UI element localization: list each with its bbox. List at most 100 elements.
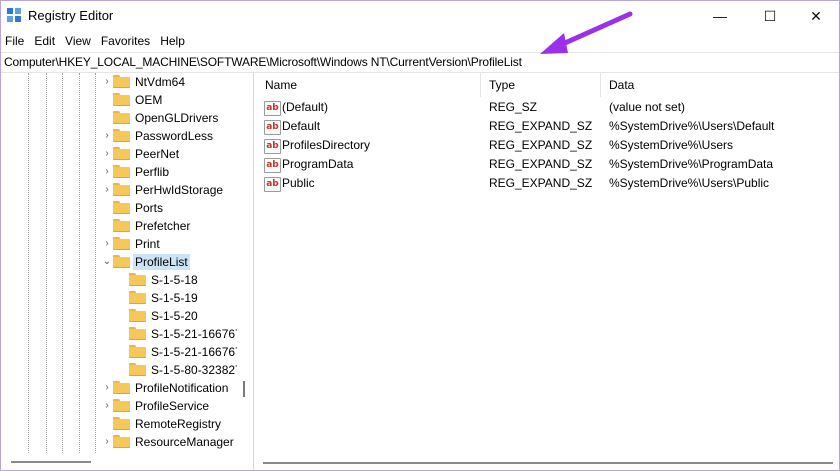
tree-item-label[interactable]: OpenGLDrivers <box>133 110 220 126</box>
value-name[interactable]: ProfilesDirectory <box>282 136 370 155</box>
chevron-down-icon[interactable]: ⌄ <box>102 255 112 269</box>
address-bar[interactable]: Computer\HKEY_LOCAL_MACHINE\SOFTWARE\Mic… <box>1 52 839 73</box>
tree-item-label[interactable]: S-1-5-21-166767 <box>149 344 244 360</box>
tree-item-label[interactable]: RemoteRegistry <box>133 416 223 432</box>
string-value-icon: ab <box>264 177 281 192</box>
tree-item-label[interactable]: OEM <box>133 92 164 108</box>
tree-item[interactable]: › ResourceManager <box>1 433 253 451</box>
chevron-right-icon[interactable]: › <box>102 183 112 197</box>
tree-item-label[interactable]: PerHwIdStorage <box>133 182 225 198</box>
close-button[interactable]: ✕ <box>793 1 839 31</box>
value-data: %SystemDrive%\ProgramData <box>609 157 774 171</box>
folder-icon <box>113 219 130 232</box>
tree-horizontal-scrollbar[interactable] <box>1 453 237 470</box>
folder-icon <box>113 129 130 142</box>
chevron-right-icon[interactable]: › <box>102 237 112 251</box>
maximize-button[interactable]: ☐ <box>747 1 793 31</box>
tree-item[interactable]: › Perflib <box>1 163 253 181</box>
value-type: REG_EXPAND_SZ <box>489 119 593 133</box>
value-row[interactable]: ab Default REG_EXPAND_SZ %SystemDrive%\User… <box>257 117 839 136</box>
tree-item[interactable]: OEM <box>1 91 253 109</box>
tree-item[interactable]: › PeerNet <box>1 145 253 163</box>
minimize-button[interactable]: — <box>697 1 743 31</box>
tree-item[interactable]: S-1-5-21-166767 <box>1 325 253 343</box>
folder-icon <box>113 417 130 430</box>
folder-icon <box>113 111 130 124</box>
value-row[interactable]: ab ProgramData REG_EXPAND_SZ %SystemDrive%\… <box>257 155 839 174</box>
tree-item-label[interactable]: S-1-5-21-166767 <box>149 326 244 342</box>
folder-icon <box>113 435 130 448</box>
column-header-name[interactable]: Name <box>257 73 481 97</box>
tree-scroll-thumb[interactable] <box>243 381 245 397</box>
tree-item[interactable]: RemoteRegistry <box>1 415 253 433</box>
tree-item-label[interactable]: Print <box>133 236 162 252</box>
tree-item[interactable]: › NtVdm64 <box>1 73 253 91</box>
values-hscroll-thumb[interactable] <box>263 462 833 464</box>
column-header-type[interactable]: Type <box>481 73 601 97</box>
chevron-right-icon[interactable]: › <box>102 435 112 449</box>
tree-item-label[interactable]: Perflib <box>133 164 171 180</box>
value-row[interactable]: ab ProfilesDirectory REG_EXPAND_SZ %SystemD… <box>257 136 839 155</box>
value-name[interactable]: Public <box>282 174 315 193</box>
tree-item[interactable]: › ProfileNotification <box>1 379 253 397</box>
tree-item-label[interactable]: S-1-5-19 <box>149 290 200 306</box>
folder-icon <box>113 399 130 412</box>
menu-favorites[interactable]: Favorites <box>97 32 156 50</box>
menu-help[interactable]: Help <box>156 32 191 50</box>
menu-bar: File Edit View Favorites Help <box>1 32 839 50</box>
chevron-right-icon[interactable]: › <box>102 75 112 89</box>
title-bar[interactable]: Registry Editor — ☐ ✕ <box>1 1 839 31</box>
folder-icon <box>129 291 146 304</box>
value-row[interactable]: ab Public REG_EXPAND_SZ %SystemDrive%\Users… <box>257 174 839 193</box>
tree-item-label[interactable]: ProfileService <box>133 398 211 414</box>
chevron-right-icon[interactable]: › <box>102 147 112 161</box>
tree-item-label[interactable]: Ports <box>133 200 165 216</box>
chevron-right-icon[interactable]: › <box>102 399 112 413</box>
tree-item-label[interactable]: NtVdm64 <box>133 74 187 90</box>
value-row[interactable]: ab (Default) REG_SZ (value not set) <box>257 98 839 117</box>
tree-item-label[interactable]: ResourceManager <box>133 434 236 450</box>
tree-item[interactable]: S-1-5-19 <box>1 289 253 307</box>
tree-item[interactable]: S-1-5-20 <box>1 307 253 325</box>
tree-item[interactable]: › PerHwIdStorage <box>1 181 253 199</box>
tree-item-label[interactable]: S-1-5-18 <box>149 272 200 288</box>
address-path[interactable]: Computer\HKEY_LOCAL_MACHINE\SOFTWARE\Mic… <box>4 55 522 69</box>
string-value-icon: ab <box>264 101 281 116</box>
tree-hscroll-thumb[interactable] <box>11 461 91 463</box>
folder-icon <box>129 327 146 340</box>
tree-item-label[interactable]: PasswordLess <box>133 128 215 144</box>
chevron-right-icon[interactable]: › <box>102 129 112 143</box>
tree-item[interactable]: S-1-5-21-166767 <box>1 343 253 361</box>
tree-item-label[interactable]: ProfileList <box>133 254 190 270</box>
tree-item[interactable]: › Print <box>1 235 253 253</box>
column-header-data[interactable]: Data <box>601 73 839 97</box>
tree-item[interactable]: ⌄ ProfileList <box>1 253 253 271</box>
tree-item-label[interactable]: ProfileNotification <box>133 380 230 396</box>
menu-edit[interactable]: Edit <box>30 32 61 50</box>
tree-item-label[interactable]: S-1-5-80-323827 <box>149 362 244 378</box>
menu-file[interactable]: File <box>1 32 30 50</box>
tree-item-label[interactable]: Prefetcher <box>133 218 192 234</box>
string-value-icon: ab <box>264 120 281 135</box>
menu-view[interactable]: View <box>61 32 97 50</box>
tree-item-label[interactable]: PeerNet <box>133 146 181 162</box>
tree-item[interactable]: Prefetcher <box>1 217 253 235</box>
values-pane[interactable]: Name Type Data ab (Default) REG_SZ (value n… <box>257 73 839 470</box>
key-tree-pane[interactable]: › NtVdm64 OEM OpenGLDrivers › PasswordLess › Pe… <box>1 73 254 470</box>
tree-item[interactable]: Ports <box>1 199 253 217</box>
tree-item[interactable]: OpenGLDrivers <box>1 109 253 127</box>
tree-item-label[interactable]: S-1-5-20 <box>149 308 200 324</box>
folder-icon <box>113 147 130 160</box>
chevron-right-icon[interactable]: › <box>102 381 112 395</box>
tree-item[interactable]: S-1-5-80-323827 <box>1 361 253 379</box>
tree-item[interactable]: S-1-5-18 <box>1 271 253 289</box>
chevron-right-icon[interactable]: › <box>102 165 112 179</box>
folder-icon <box>113 183 130 196</box>
value-name[interactable]: (Default) <box>282 98 328 117</box>
tree-item[interactable]: › ProfileService <box>1 397 253 415</box>
tree-item[interactable]: › PasswordLess <box>1 127 253 145</box>
registry-icon <box>7 8 21 22</box>
value-name[interactable]: ProgramData <box>282 155 353 174</box>
folder-icon <box>113 75 130 88</box>
value-name[interactable]: Default <box>282 117 320 136</box>
